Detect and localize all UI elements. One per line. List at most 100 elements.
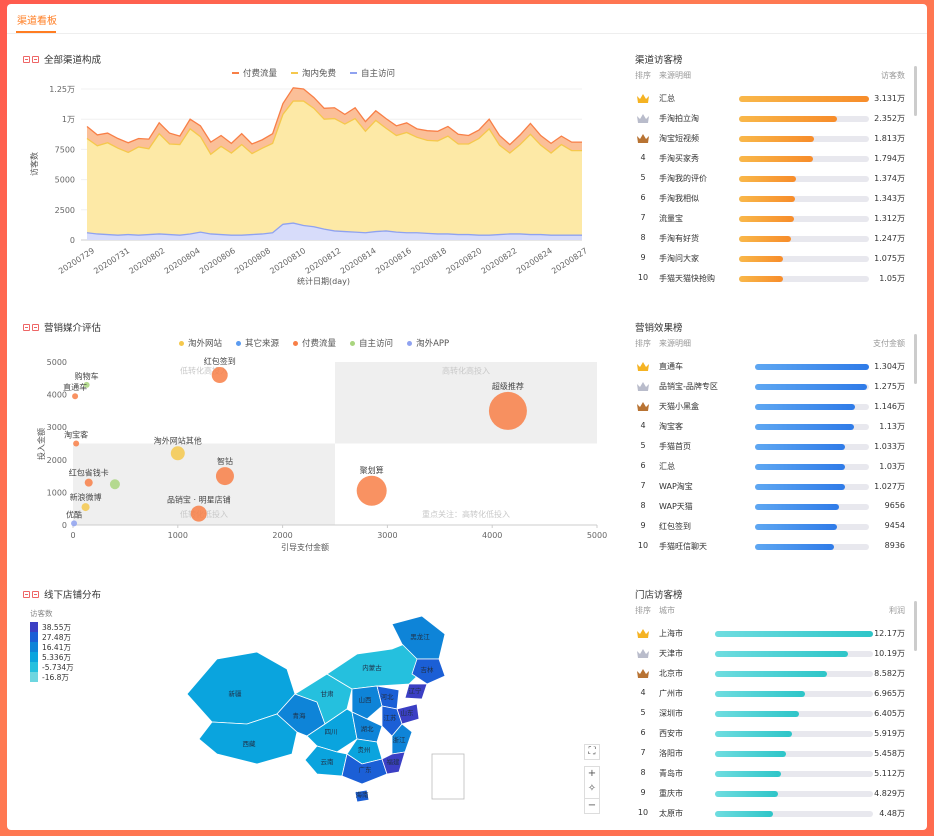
x-tick-label: 20200824 [515,246,554,276]
rank-value: 1.374万 [874,174,905,183]
scrollbar-thumb[interactable] [914,334,917,384]
rank-row[interactable]: 5 手淘我的评价 1.374万 [635,172,905,186]
map-legend-item[interactable]: -16.8万 [30,672,74,682]
rank-number: 9 [640,521,646,530]
province-label: 四川 [325,728,338,736]
rank-row[interactable]: 天津市 10.19万 [635,647,905,661]
rank-row[interactable]: 10 手猫旺信聊天 8936 [635,540,905,554]
rank-bar-fill [715,691,806,697]
map-legend-item[interactable]: 27.48万 [30,632,74,642]
map-legend-item[interactable]: -5.734万 [30,662,74,672]
rank-row[interactable]: 8 手淘有好货 1.247万 [635,232,905,246]
scrollbar-thumb[interactable] [914,66,917,116]
rank-bar-track [755,464,869,470]
rank-row[interactable]: 9 重庆市 4.829万 [635,787,905,801]
map-legend-item[interactable]: 16.41万 [30,642,74,652]
rank-row[interactable]: 汇总 3.131万 [635,92,905,106]
rank-row[interactable]: 直通车 1.304万 [635,360,905,374]
rank-row[interactable]: 品销宝-品牌专区 1.275万 [635,380,905,394]
rank-row[interactable]: 8 青岛市 5.112万 [635,767,905,781]
scatter-point[interactable] [211,367,228,384]
scatter-point[interactable] [109,479,120,490]
rank-row[interactable]: 10 太原市 4.48万 [635,807,905,821]
scatter-point[interactable] [170,446,185,461]
province-label: 福建 [387,757,401,766]
rank-row[interactable]: 7 流量宝 1.312万 [635,212,905,226]
map-legend-item[interactable]: 38.55万 [30,622,74,632]
scatter-point-label: 直通车 [63,382,87,392]
map-legend-title: 访客数 [30,609,53,618]
scatter-point[interactable] [72,393,79,400]
zoom-out-icon[interactable]: − [584,798,600,814]
rank-bar-track [739,276,869,282]
edit-icon[interactable] [32,590,39,598]
rank-value: 9656 [884,501,905,510]
scatter-point[interactable] [190,505,207,522]
scatter-point-label: 品销宝 · 明星店铺 [167,495,231,505]
scatter-point[interactable] [488,391,527,430]
rank-header-cell: 排序 [635,606,651,615]
china-map[interactable]: 新疆西藏 青海 甘肃 内蒙古 黑龙江吉林辽宁山西 河北山东四川 湖北江苏浙江贵州云南广东 福建… [177,614,477,819]
scatter-point[interactable] [73,440,80,447]
rank-row[interactable]: 6 西安市 5.919万 [635,727,905,741]
map-legend-swatch [30,622,38,632]
scatter-point[interactable] [356,475,387,506]
crown-icon [635,93,651,106]
export-icon[interactable] [23,323,30,331]
scatter-point[interactable] [81,503,90,512]
rank-row[interactable]: 上海市 12.17万 [635,627,905,641]
tab-channel-dashboard[interactable]: 渠道看板 [17,12,57,27]
crown-icon [635,401,651,414]
scatter-point[interactable] [215,467,234,486]
scatter-point[interactable] [71,520,78,527]
y-axis-title: 投入金额 [36,428,46,460]
province-label: 青海 [293,711,307,720]
rank-row[interactable]: 9 手淘问大家 1.075万 [635,252,905,266]
locate-icon[interactable]: ✧ [584,782,600,798]
zoom-in-icon[interactable]: + [584,766,600,782]
rank-row[interactable]: 手淘拍立淘 2.352万 [635,112,905,126]
rank-row[interactable]: 4 广州市 6.965万 [635,687,905,701]
rank-name: 手淘有好货 [659,234,699,243]
crown-icon [635,113,651,126]
panel-tools[interactable] [23,590,39,598]
rank-row[interactable]: 7 洛阳市 5.458万 [635,747,905,761]
scatter-point[interactable] [84,478,93,487]
edit-icon[interactable] [32,323,39,331]
export-icon[interactable] [23,55,30,63]
x-tick-label: 3000 [377,531,397,540]
rank-row[interactable]: 10 手猫天猫快抢购 1.05万 [635,272,905,286]
edit-icon[interactable] [32,55,39,63]
rank-row[interactable]: 6 汇总 1.03万 [635,460,905,474]
rank-row[interactable]: 4 手淘买家秀 1.794万 [635,152,905,166]
rank-row[interactable]: 5 手猫首页 1.033万 [635,440,905,454]
y-tick-label: 2000 [47,456,67,465]
rank-header-cell: 排序 [635,339,651,348]
rank-bar-fill [715,731,793,737]
rank-bar-track [715,631,873,637]
rank-row[interactable]: 7 WAP淘宝 1.027万 [635,480,905,494]
map-fit-icon[interactable]: ⛶ [584,744,600,760]
export-icon[interactable] [23,590,30,598]
scrollbar-thumb[interactable] [914,601,917,651]
rank-value: 1.794万 [874,154,905,163]
crown-icon [635,648,651,661]
rank-name: 淘宝客 [659,422,683,431]
rank-row[interactable]: 8 WAP天猫 9656 [635,500,905,514]
rank-row[interactable]: 天猫小黑盒 1.146万 [635,400,905,414]
rank-bar-fill [755,484,846,490]
rank-row[interactable]: 淘宝短视频 1.813万 [635,132,905,146]
rank-row[interactable]: 5 深圳市 6.405万 [635,707,905,721]
area-series-1[interactable] [87,101,582,236]
rank-value: 1.247万 [874,234,905,243]
map-legend-item[interactable]: 5.336万 [30,652,74,662]
rank-value: 12.17万 [874,629,905,638]
rank-row[interactable]: 9 红包签到 9454 [635,520,905,534]
panel-tools[interactable] [23,323,39,331]
rank-row[interactable]: 北京市 8.582万 [635,667,905,681]
panel-tools[interactable] [23,55,39,63]
y-axis-title: 访客数 [29,152,39,176]
rank-panel-title: 营销效果榜 [635,323,683,334]
rank-row[interactable]: 4 淘宝客 1.13万 [635,420,905,434]
rank-row[interactable]: 6 手淘我相似 1.343万 [635,192,905,206]
